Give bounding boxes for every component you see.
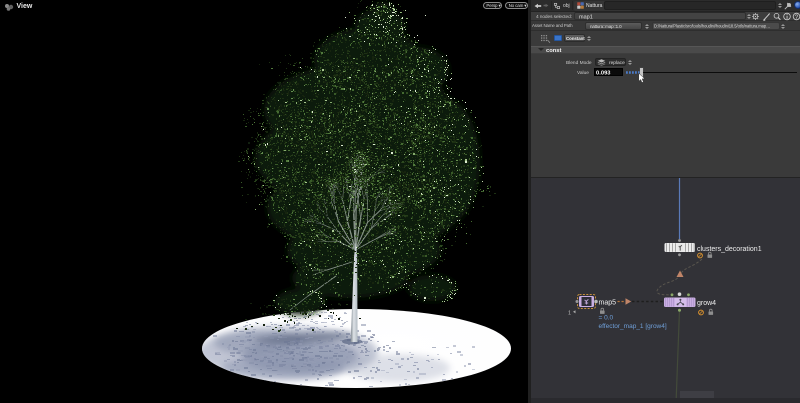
svg-text:grow4: grow4 xyxy=(697,300,716,307)
svg-text:map5: map5 xyxy=(599,300,617,307)
svg-text:1: 1 xyxy=(568,311,571,317)
svg-text:effector_map_1 [grow4]: effector_map_1 [grow4] xyxy=(599,323,667,330)
svg-text:?: ? xyxy=(795,14,799,21)
svg-text:= 0.0: = 0.0 xyxy=(599,315,614,322)
svg-text:clusters_decoration1: clusters_decoration1 xyxy=(697,246,762,253)
